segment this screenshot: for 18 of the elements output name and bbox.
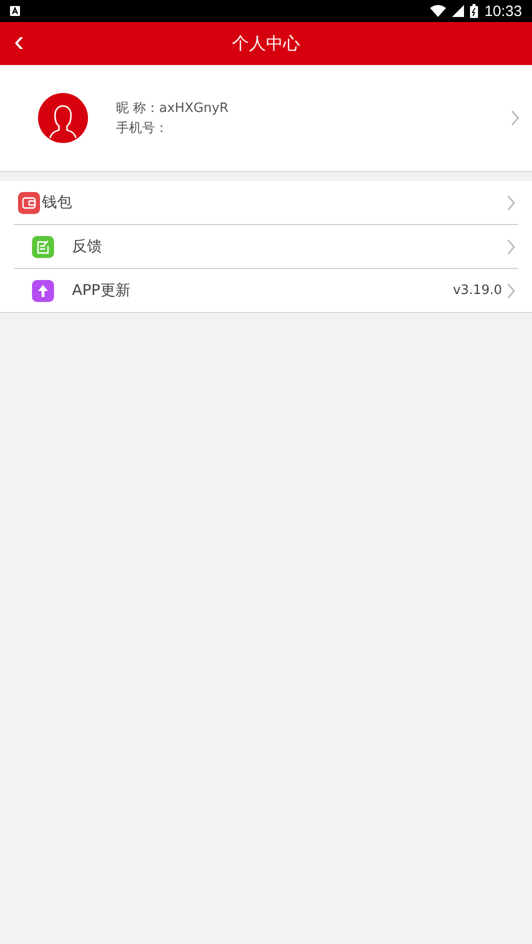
menu-item-label[interactable]: APP更新 <box>72 281 453 300</box>
menu-item-label[interactable]: 钱包 <box>42 193 506 212</box>
menu-item-label[interactable]: 反馈 <box>72 237 506 256</box>
chevron-icon <box>506 238 516 256</box>
wifi-icon <box>430 5 446 17</box>
signal-icon <box>452 5 464 17</box>
chevron-icon <box>506 282 516 300</box>
notification-icon <box>10 6 20 16</box>
chevron-icon <box>506 194 516 212</box>
back-button[interactable]: ‹ <box>10 28 28 56</box>
page-title: 个人中心 <box>232 33 300 55</box>
battery-icon <box>470 4 478 18</box>
status-time: 10:33 <box>484 2 522 20</box>
phone-label: 手机号： <box>116 120 169 137</box>
avatar-icon[interactable] <box>38 93 88 143</box>
chevron-icon <box>510 109 520 127</box>
version-text: v3.19.0 <box>452 283 502 298</box>
nickname-text: 昵 称：axHXGnyR <box>116 100 230 117</box>
